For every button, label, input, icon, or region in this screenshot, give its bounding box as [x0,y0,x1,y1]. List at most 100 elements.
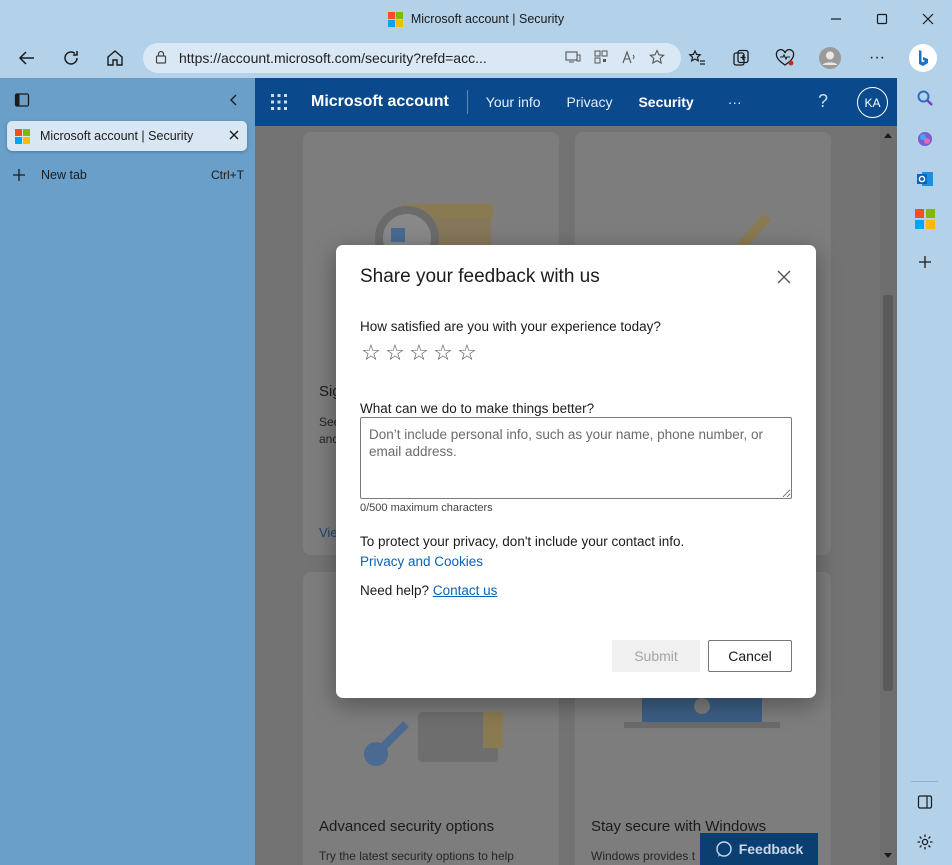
vertical-tabs-sidebar: Microsoft account | Security New tab Ctr… [0,78,255,865]
app-available-icon[interactable] [561,50,585,67]
feedback-textarea[interactable] [360,417,792,499]
outlook-sidebar-button[interactable] [897,164,952,194]
key-illustration [364,712,503,766]
privacy-cookies-link[interactable]: Privacy and Cookies [360,554,483,569]
star-4-icon[interactable]: ☆ [432,342,454,364]
hide-sidebar-button[interactable] [897,787,952,817]
nav-your-info[interactable]: Your info [486,94,541,110]
rating-question: How satisfied are you with your experien… [360,319,661,334]
help-prefix: Need help? [360,583,430,598]
card-desc-windows: Windows provides t [591,849,696,863]
close-icon [922,13,934,25]
character-counter: 0/500 maximum characters [360,502,493,514]
scrollbar-thumb[interactable] [883,295,893,691]
tab-actions-menu-button[interactable] [14,92,30,111]
submit-button[interactable]: Submit [612,640,700,672]
nav-more[interactable]: ··· [728,94,742,110]
feedback-dialog: Share your feedback with us How satisfie… [336,245,816,698]
edge-right-sidebar [897,78,952,865]
new-tab-label: New tab [41,168,87,182]
scroll-up-icon[interactable] [883,131,893,139]
settings-more-button[interactable]: ··· [857,38,897,78]
browser-essentials-button[interactable] [765,38,805,78]
feedback-floating-button[interactable]: Feedback [700,833,818,865]
card-link-fragment[interactable]: Vie [319,525,338,540]
laptop-illustration [624,692,780,728]
maximize-button[interactable] [859,0,905,38]
nav-privacy[interactable]: Privacy [567,94,613,110]
scroll-down-icon[interactable] [883,852,893,860]
office-sidebar-button[interactable] [897,204,952,234]
chevron-left-icon [230,94,237,105]
search-icon [917,90,933,106]
nav-security[interactable]: Security [638,94,693,110]
dialog-title: Share your feedback with us [360,266,600,287]
chat-bubble-icon [716,841,732,857]
sidebar-toggle-icon [917,795,932,809]
star-rating: ☆ ☆ ☆ ☆ ☆ [360,342,478,364]
account-avatar[interactable]: KA [857,87,888,118]
read-aloud-icon[interactable] [617,49,641,67]
favorites-button[interactable] [677,38,717,78]
copilot-sidebar-button[interactable] [897,124,952,154]
star-2-icon[interactable]: ☆ [384,342,406,364]
new-tab-button[interactable]: New tab Ctrl+T [12,168,244,182]
copilot-icon [917,132,932,146]
home-button[interactable] [95,38,135,78]
tab-title: Microsoft account | Security [40,129,194,143]
maximize-icon [876,13,888,25]
arrow-left-icon [18,51,34,65]
close-icon [229,130,239,140]
privacy-note: To protect your privacy, don't include y… [360,534,685,549]
outlook-icon [916,172,933,186]
waffle-icon [271,94,287,110]
bing-copilot-icon [909,44,937,72]
app-launcher-button[interactable] [255,94,303,110]
microsoft-logo-icon [387,11,403,27]
ms-account-header: Microsoft account Your info Privacy Secu… [255,78,897,126]
microsoft-365-icon [914,209,935,229]
collections-button[interactable] [721,38,761,78]
microsoft-logo-icon [15,128,30,144]
gear-icon [917,834,932,850]
address-bar[interactable]: https://account.microsoft.com/security?r… [143,43,681,73]
brand-title[interactable]: Microsoft account [311,90,468,114]
close-tab-button[interactable] [229,129,239,143]
profile-button[interactable] [810,38,850,78]
help-line: Need help? Contact us [360,583,497,598]
sidebar-panel-icon [14,92,30,107]
minimize-icon [831,18,841,20]
sidebar-settings-button[interactable] [897,827,952,857]
home-icon [107,50,123,66]
contact-us-link[interactable]: Contact us [433,583,498,598]
qr-code-icon[interactable] [589,50,613,67]
refresh-button[interactable] [51,38,91,78]
add-favorite-star-icon[interactable] [645,48,669,68]
plus-icon [13,169,25,181]
tab-microsoft-account-security[interactable]: Microsoft account | Security [7,121,247,151]
plus-icon [918,256,931,268]
minimize-button[interactable] [813,0,859,38]
back-button[interactable] [7,38,47,78]
profile-avatar-icon [819,47,841,69]
card-desc-advanced: Try the latest security options to help [319,849,514,863]
url-text: https://account.microsoft.com/security?r… [179,50,487,66]
star-1-icon[interactable]: ☆ [360,342,382,364]
close-window-button[interactable] [905,0,951,38]
collections-icon [733,49,749,66]
star-5-icon[interactable]: ☆ [456,342,478,364]
cancel-button[interactable]: Cancel [708,640,792,672]
search-sidebar-button[interactable] [897,83,952,113]
add-sidebar-app-button[interactable] [897,247,952,277]
favorites-list-icon [688,49,705,65]
collapse-pane-button[interactable] [227,93,241,110]
dialog-close-button[interactable] [772,265,796,289]
feedback-label: Feedback [738,841,804,857]
help-button[interactable]: ? [818,91,828,112]
new-tab-shortcut: Ctrl+T [211,168,244,182]
sidebar-divider [911,781,938,782]
window-title: Microsoft account | Security [410,12,565,26]
heart-pulse-icon [775,49,795,66]
star-3-icon[interactable]: ☆ [408,342,430,364]
copilot-button[interactable] [903,38,943,78]
